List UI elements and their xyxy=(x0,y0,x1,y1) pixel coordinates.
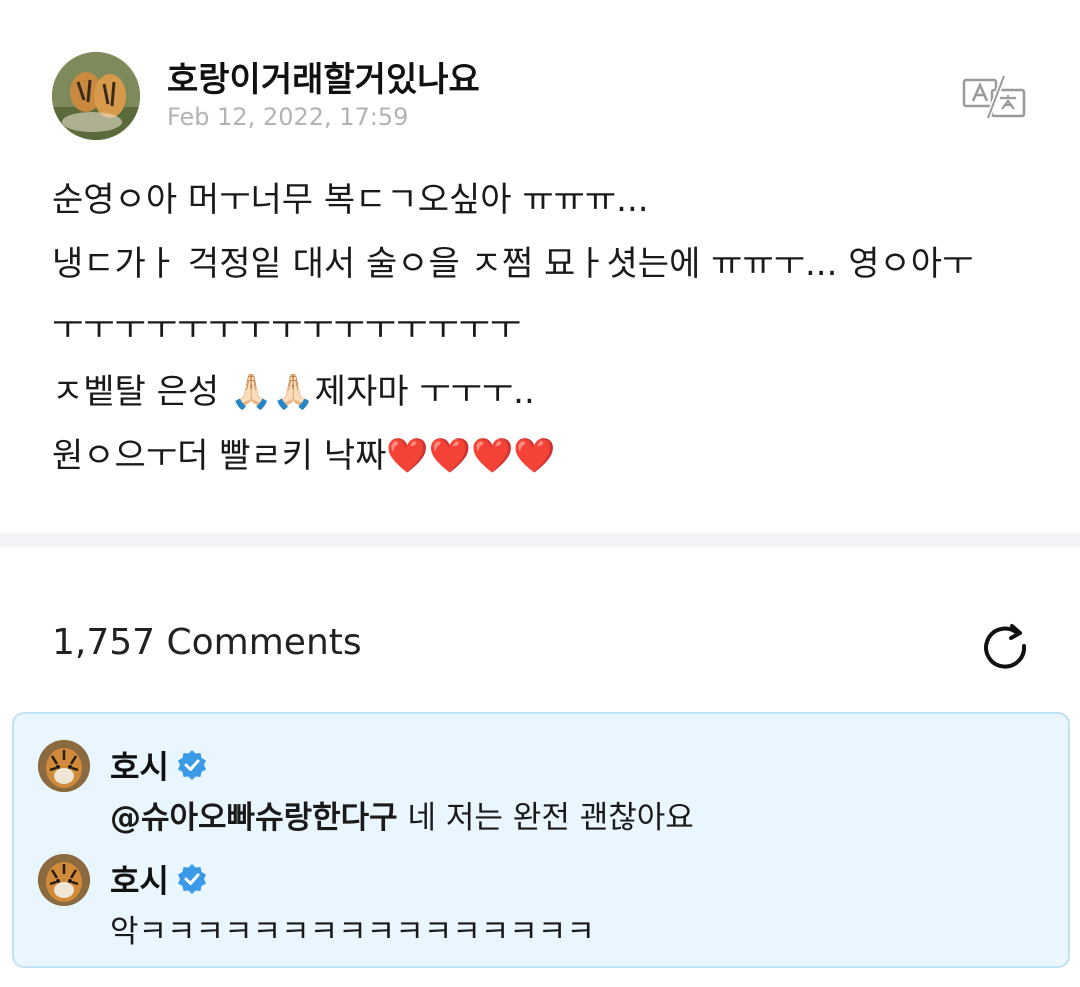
comments-count: 1,757 Comments xyxy=(52,622,362,663)
reply-author-name: 호시 xyxy=(110,748,169,786)
reply-avatar[interactable] xyxy=(38,740,90,792)
artist-reply-box: 호시 @슈아오빠슈랑한다구 네 저는 완전 괜찮아요 호시 악ㅋㅋㅋㅋㅋㅋㅋㅋㅋ… xyxy=(12,712,1070,968)
author-name[interactable]: 호랑이거래할거있나요 xyxy=(167,52,480,101)
reply-author[interactable]: 호시 xyxy=(110,856,207,902)
refresh-button[interactable] xyxy=(978,620,1034,676)
verified-badge-icon xyxy=(177,750,206,780)
post-card: 호랑이거래할거있나요 Feb 12, 2022, 17:59 순영ㅇ아 머ㅜ너무… xyxy=(0,0,1080,533)
section-divider xyxy=(0,533,1080,547)
reply-message: 네 저는 완전 괜찮아요 xyxy=(397,800,694,836)
reply-text: @슈아오빠슈랑한다구 네 저는 완전 괜찮아요 xyxy=(110,792,694,837)
post-timestamp: Feb 12, 2022, 17:59 xyxy=(167,103,409,131)
author-avatar[interactable] xyxy=(52,52,140,140)
post-text-line: ㅜㅜㅜㅜㅜㅜㅜㅜㅜㅜㅜㅜㅜㅜㅜ xyxy=(52,308,522,348)
reply-message: 악ㅋㅋㅋㅋㅋㅋㅋㅋㅋㅋㅋㅋㅋㅋㅋㅋ xyxy=(110,914,595,950)
verified-badge-icon xyxy=(177,864,206,894)
reply-text: 악ㅋㅋㅋㅋㅋㅋㅋㅋㅋㅋㅋㅋㅋㅋㅋㅋ xyxy=(110,906,595,951)
post-text-line: 냉ㄷ가ㅏ 걱정잍 대서 술ㅇ을 ㅈ쩜 묘ㅏ셧는에 ㅠㅠㅜ... 영ㅇ아ㅜ xyxy=(52,244,974,284)
translate-icon xyxy=(962,75,1026,119)
reply-author-name: 호시 xyxy=(110,862,169,900)
refresh-icon xyxy=(984,624,1027,669)
reply-avatar[interactable] xyxy=(38,854,90,906)
reply-mention[interactable]: @슈아오빠슈랑한다구 xyxy=(110,800,398,836)
post-text-line: 원ㅇ으ㅜ더 빨ㄹ키 낙짜❤️❤️❤️❤️ xyxy=(52,436,556,476)
translate-button[interactable] xyxy=(962,74,1026,120)
post-text-line: ㅈ벹탈 은성 🙏🏻🙏🏻제자마 ㅜㅜㅜ.. xyxy=(52,372,535,412)
post-text-line: 순영ㅇ아 머ㅜ너무 복ㄷㄱ오싶아 ㅠㅠㅠ... xyxy=(52,180,649,220)
post-body: 순영ㅇ아 머ㅜ너무 복ㄷㄱ오싶아 ㅠㅠㅠ... 냉ㄷ가ㅏ 걱정잍 대서 술ㅇ을 … xyxy=(52,168,1042,488)
reply-author[interactable]: 호시 xyxy=(110,742,207,788)
